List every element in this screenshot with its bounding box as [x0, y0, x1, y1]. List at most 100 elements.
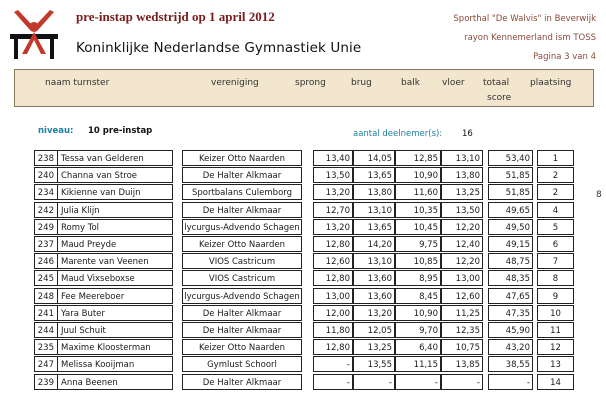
- score-balk: 12,85: [395, 150, 441, 166]
- gymnast-name: Maxime Kloosterman: [58, 339, 173, 356]
- row-number: 241: [34, 304, 58, 321]
- score-brug: 14,05: [353, 150, 395, 166]
- score-vloer: 12,20: [441, 218, 483, 235]
- score-totaal: 47,65: [488, 287, 533, 304]
- gymnast-name: Channa van Stroe: [58, 167, 173, 184]
- score-sprong: 13,40: [313, 150, 353, 166]
- col-header-naam: naam turnster: [45, 78, 110, 88]
- score-totaal: 53,40: [488, 150, 533, 166]
- score-totaal: 51,85: [488, 167, 533, 184]
- club-name: De Halter Alkmaar: [182, 373, 302, 390]
- row-number: 242: [34, 201, 58, 218]
- gymnast-name: Juul Schuit: [58, 322, 173, 338]
- score-balk: 10,85: [395, 253, 441, 270]
- placement: 8: [537, 270, 574, 287]
- placement: 13: [537, 356, 574, 373]
- score-balk: 11,15: [395, 356, 441, 373]
- score-totaal: 49,50: [488, 218, 533, 235]
- col-header-balk: balk: [401, 78, 420, 88]
- club-name: De Halter Alkmaar: [182, 304, 302, 321]
- score-brug: 13,55: [353, 356, 395, 373]
- gymnast-name: Anna Beenen: [58, 373, 173, 390]
- col-header-vereniging: vereniging: [211, 78, 259, 88]
- row-number: 244: [34, 322, 58, 338]
- score-brug: 12,05: [353, 322, 395, 338]
- aantal-label: aantal deelnemer(s):: [353, 129, 443, 139]
- row-number: 240: [34, 167, 58, 184]
- table-row: 238 Tessa van Gelderen Keizer Otto Naarden…: [0, 150, 606, 167]
- score-vloer: 13,00: [441, 270, 483, 287]
- gymnast-name: Julia Klijn: [58, 201, 173, 218]
- col-header-vloer: vloer: [442, 78, 465, 88]
- col-header-brug: brug: [351, 78, 372, 88]
- niveau-value: 10 pre-instap: [88, 126, 153, 136]
- club-name: lycurgus-Advendo Schagen: [182, 218, 302, 235]
- score-balk: 9,75: [395, 236, 441, 252]
- gymnast-name: Romy Tol: [58, 218, 173, 235]
- col-header-score: score: [487, 93, 512, 103]
- score-brug: 13,10: [353, 253, 395, 270]
- score-totaal: 49,65: [488, 201, 533, 218]
- score-totaal: 47,35: [488, 304, 533, 321]
- score-brug: 13,65: [353, 218, 395, 235]
- table-row: 244 Juul Schuit De Halter Alkmaar 11,80 12,0…: [0, 322, 606, 339]
- club-name: Keizer Otto Naarden: [182, 236, 302, 252]
- venue-text: Sporthal "De Walvis" in Beverwijk: [453, 14, 596, 24]
- gymnast-name: Marente van Veenen: [58, 253, 173, 270]
- score-balk: 6,40: [395, 339, 441, 356]
- page-number: Pagina 3 van 4: [533, 52, 596, 62]
- score-sprong: 12,60: [313, 253, 353, 270]
- score-vloer: 11,25: [441, 304, 483, 321]
- table-row: 241 Yara Buter De Halter Alkmaar 12,00 13,20…: [0, 304, 606, 322]
- score-sprong: 13,20: [313, 218, 353, 235]
- row-number: 234: [34, 184, 58, 201]
- table-row: 247 Melissa Kooijman Gymlust Schoorl -13,55…: [0, 356, 606, 373]
- score-sprong: 13,00: [313, 287, 353, 304]
- score-sprong: 12,70: [313, 201, 353, 218]
- placement: 5: [537, 218, 574, 235]
- score-vloer: 13,85: [441, 356, 483, 373]
- score-vloer: -: [441, 373, 483, 390]
- placement: 7: [537, 253, 574, 270]
- score-vloer: 13,10: [441, 150, 483, 166]
- placement: 6: [537, 236, 574, 252]
- score-brug: -: [353, 373, 395, 390]
- score-vloer: 12,20: [441, 253, 483, 270]
- page-title: pre-instap wedstrijd op 1 april 2012: [76, 9, 275, 24]
- table-row: 235 Maxime Kloosterman Keizer Otto Naarden…: [0, 339, 606, 356]
- score-vloer: 13,25: [441, 184, 483, 201]
- placement: 14: [537, 373, 574, 390]
- score-sprong: 11,80: [313, 322, 353, 338]
- score-vloer: 12,60: [441, 287, 483, 304]
- score-vloer: 13,80: [441, 167, 483, 184]
- score-sprong: 13,20: [313, 184, 353, 201]
- gymnast-name: Maud Vixseboxse: [58, 270, 173, 287]
- row-number: 237: [34, 236, 58, 252]
- club-name: VIOS Castricum: [182, 270, 302, 287]
- placement: 2: [537, 167, 574, 184]
- club-name: De Halter Alkmaar: [182, 201, 302, 218]
- gymnast-name: Yara Buter: [58, 304, 173, 321]
- score-vloer: 12,40: [441, 236, 483, 252]
- row-number: 247: [34, 356, 58, 373]
- score-vloer: 13,50: [441, 201, 483, 218]
- club-name: Sportbalans Culemborg: [182, 184, 302, 201]
- table-row: 234 Kikienne van Duijn Sportbalans Culembo…: [0, 184, 606, 201]
- row-number: 235: [34, 339, 58, 356]
- score-balk: 8,95: [395, 270, 441, 287]
- table-row: 246 Marente van Veenen VIOS Castricum 12,60…: [0, 253, 606, 270]
- score-vloer: 12,35: [441, 322, 483, 338]
- score-brug: 14,20: [353, 236, 395, 252]
- score-totaal: 43,20: [488, 339, 533, 356]
- score-sprong: 12,00: [313, 304, 353, 321]
- niveau-label: niveau:: [38, 126, 74, 136]
- score-balk: -: [395, 373, 441, 390]
- score-balk: 10,45: [395, 218, 441, 235]
- table-row: 242 Julia Klijn De Halter Alkmaar 12,70 13,1…: [0, 201, 606, 219]
- score-sprong: 12,80: [313, 270, 353, 287]
- table-row: 245 Maud Vixseboxse VIOS Castricum 12,80 13,…: [0, 270, 606, 287]
- score-totaal: 49,15: [488, 236, 533, 252]
- gymnast-name: Fee Meereboer: [58, 287, 173, 304]
- score-brug: 13,25: [353, 339, 395, 356]
- club-name: De Halter Alkmaar: [182, 167, 302, 184]
